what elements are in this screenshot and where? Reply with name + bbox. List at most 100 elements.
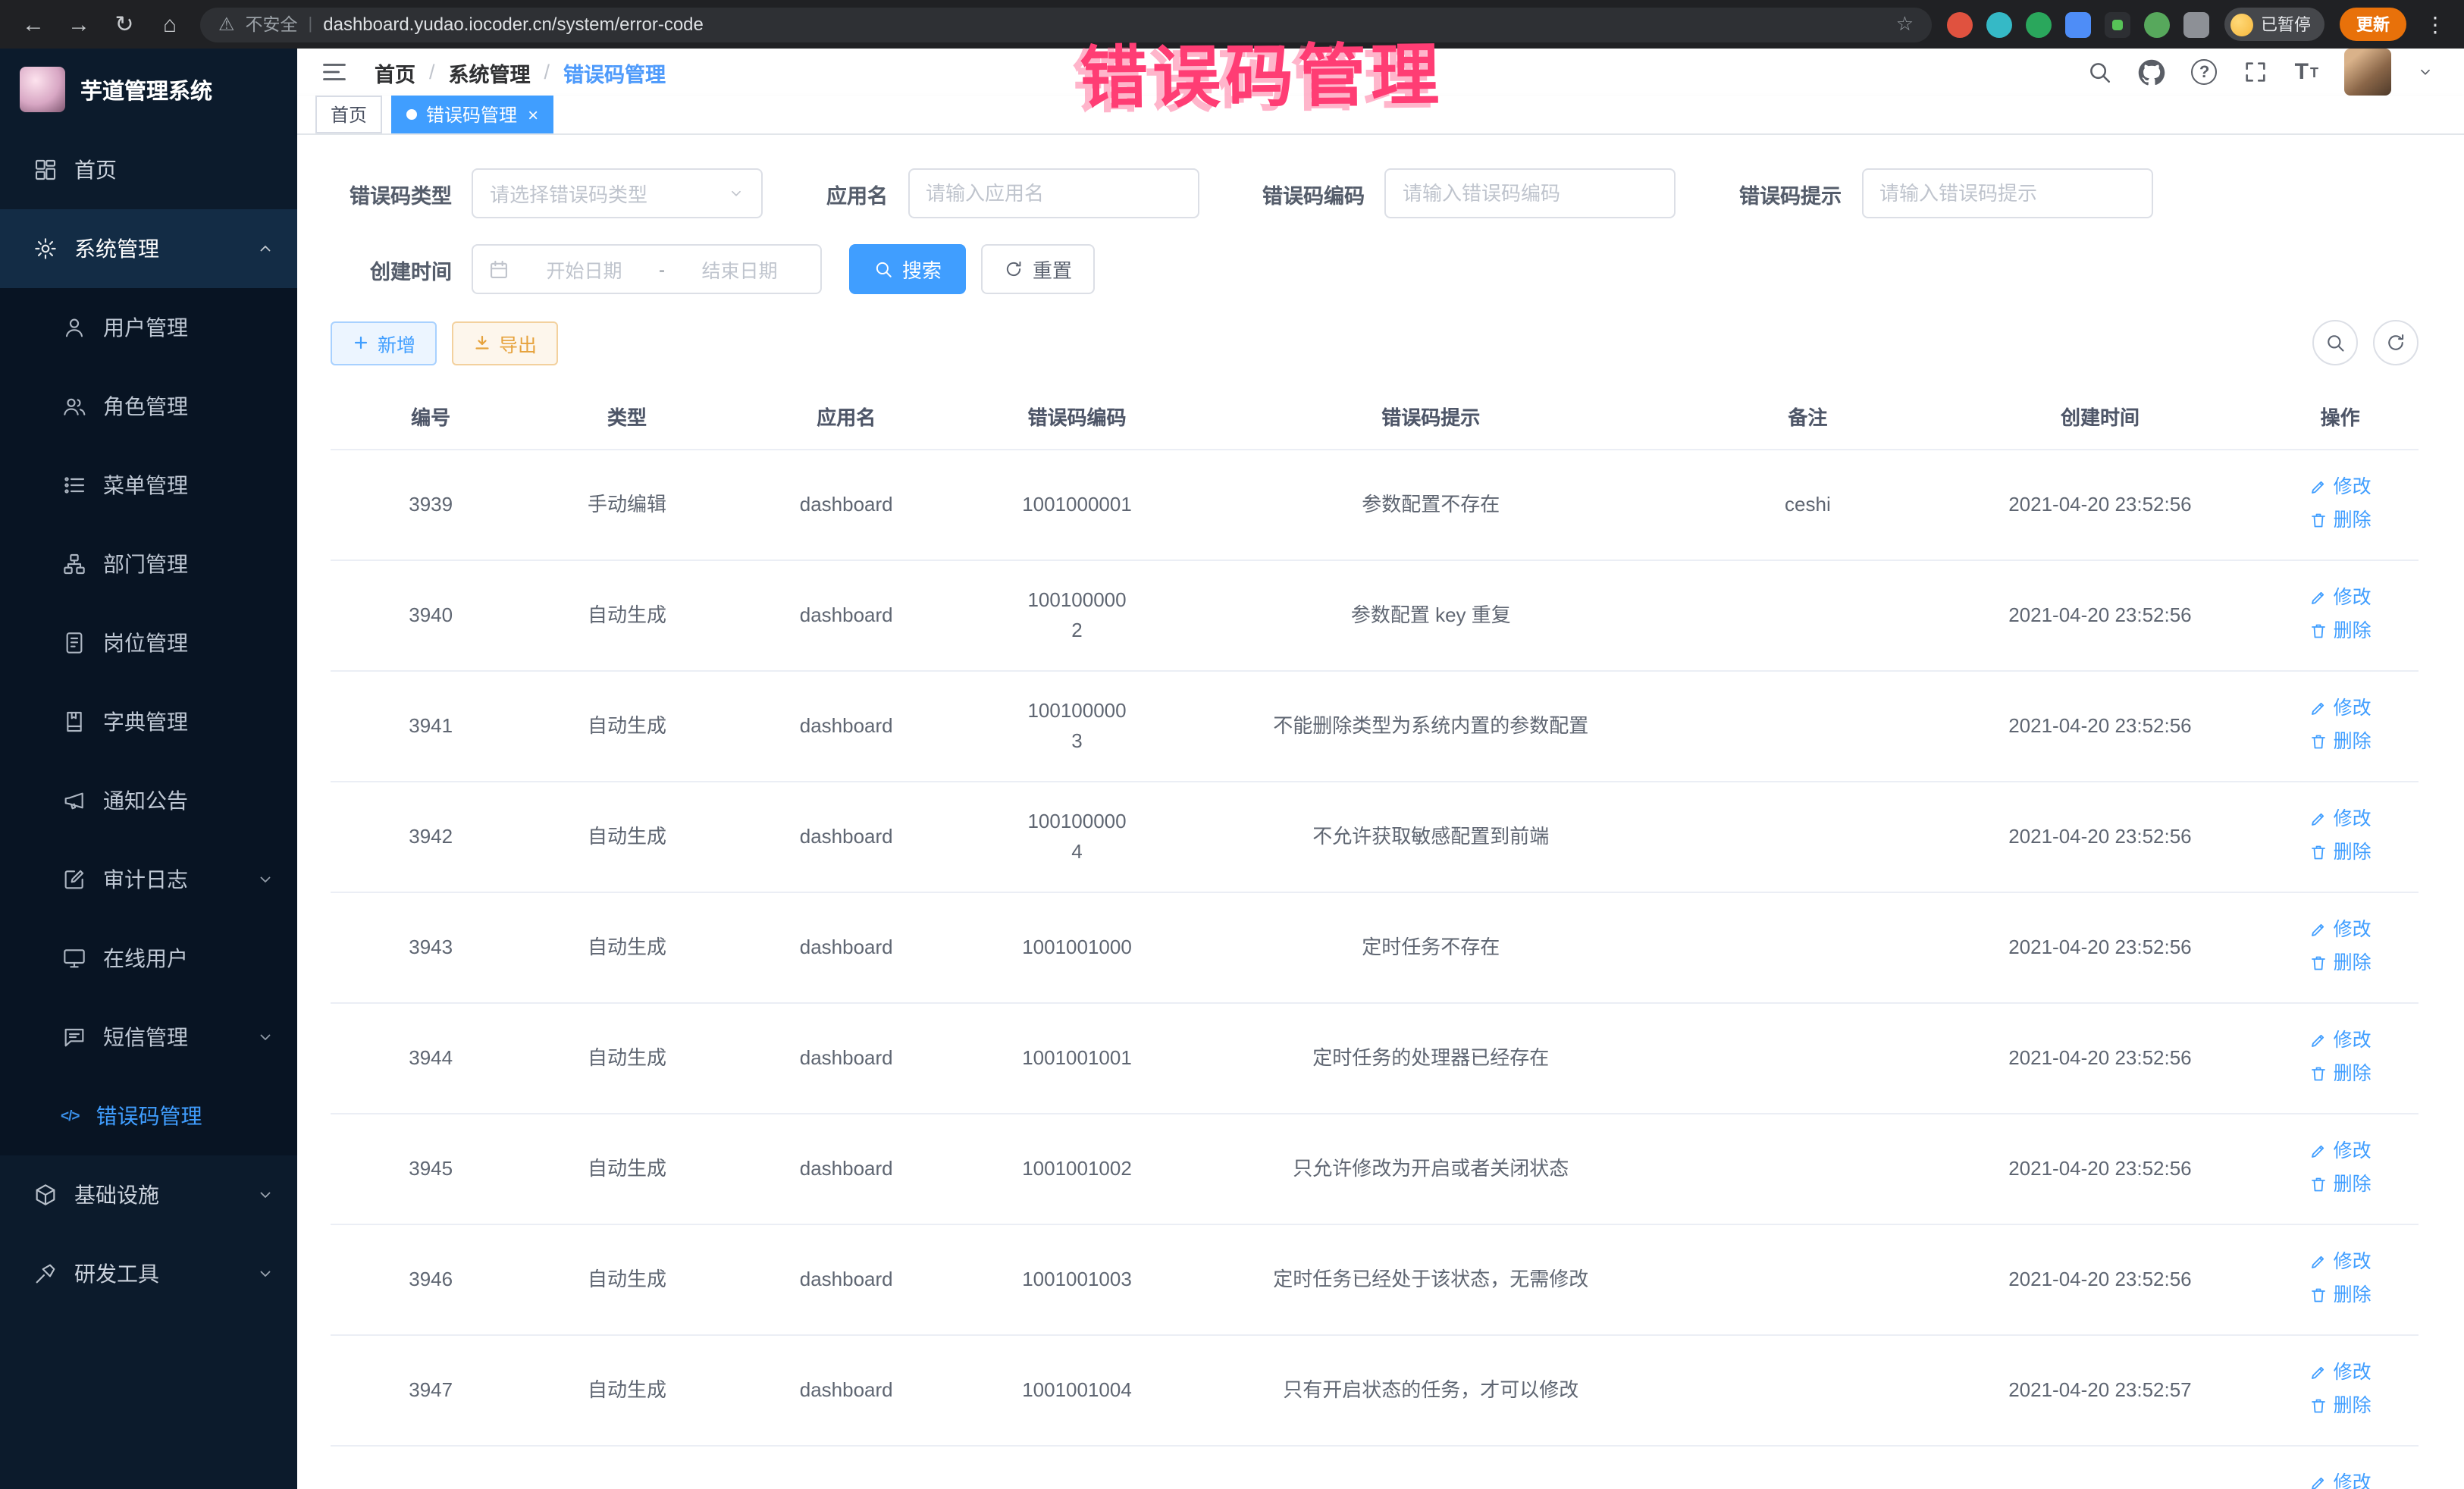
edit-link[interactable]: 修改 xyxy=(2309,914,2372,945)
sidebar-item-audit[interactable]: 审计日志 xyxy=(0,840,297,919)
error-code-input[interactable] xyxy=(1384,168,1676,218)
toggle-search-button[interactable] xyxy=(2312,320,2358,365)
close-icon[interactable]: × xyxy=(528,105,538,124)
delete-link[interactable]: 删除 xyxy=(2309,948,2372,978)
sidebar-item-sms[interactable]: 短信管理 xyxy=(0,998,297,1077)
sidebar-item-notice[interactable]: 通知公告 xyxy=(0,761,297,840)
extension-icon[interactable] xyxy=(2105,11,2130,37)
refresh-table-button[interactable] xyxy=(2373,320,2419,365)
fullscreen-icon[interactable] xyxy=(2243,59,2269,85)
logo[interactable]: 芋道管理系统 xyxy=(0,49,297,130)
address-bar[interactable]: ⚠ 不安全 | dashboard.yudao.iocoder.cn/syste… xyxy=(200,7,1932,42)
edit-link[interactable]: 修改 xyxy=(2309,472,2372,502)
error-hint-input[interactable] xyxy=(1861,168,2152,218)
extension-icon[interactable] xyxy=(2026,11,2052,37)
bookmark-star-icon[interactable]: ☆ xyxy=(1896,12,1914,36)
app-name-input[interactable] xyxy=(908,168,1199,218)
sidebar-item-errorcode[interactable]: </>错误码管理 xyxy=(0,1077,297,1155)
chevron-down-icon[interactable] xyxy=(2417,64,2434,80)
sidebar-item-label: 角色管理 xyxy=(103,391,188,422)
extension-icon[interactable] xyxy=(1947,11,1973,37)
security-label[interactable]: 不安全 xyxy=(246,12,298,36)
sidebar-item-dept[interactable]: 部门管理 xyxy=(0,525,297,603)
edit-link[interactable]: 修改 xyxy=(2309,1357,2372,1387)
browser-menu-icon[interactable]: ⋮ xyxy=(2425,11,2446,37)
paused-label: 已暂停 xyxy=(2261,12,2311,36)
delete-link[interactable]: 删除 xyxy=(2309,1390,2372,1421)
gear-icon xyxy=(32,236,58,262)
date-range-picker[interactable]: 开始日期 - 结束日期 xyxy=(472,244,822,294)
cell-type: 自动生成 xyxy=(531,782,723,892)
delete-link[interactable]: 删除 xyxy=(2309,505,2372,535)
delete-link[interactable]: 删除 xyxy=(2309,1169,2372,1199)
sidebar-item-infra[interactable]: 基础设施 xyxy=(0,1155,297,1234)
edit-link[interactable]: 修改 xyxy=(2309,1136,2372,1166)
extension-icon[interactable] xyxy=(2065,11,2091,37)
browser-reload-icon[interactable]: ↻ xyxy=(109,11,140,38)
extension-icon[interactable] xyxy=(2144,11,2170,37)
delete-link[interactable]: 删除 xyxy=(2309,726,2372,757)
tag-active[interactable]: 错误码管理× xyxy=(391,96,553,133)
sidebar-item-online[interactable]: 在线用户 xyxy=(0,919,297,998)
sidebar-item-post[interactable]: 岗位管理 xyxy=(0,603,297,682)
help-icon[interactable]: ? xyxy=(2192,59,2218,85)
edit-link[interactable]: 修改 xyxy=(2309,693,2372,723)
error-type-select[interactable]: 请选择错误码类型 xyxy=(472,168,763,218)
error-code-table: 编号类型应用名错误码编码错误码提示备注创建时间操作 3939手动编辑dashbo… xyxy=(331,384,2419,1489)
cell-remark xyxy=(1677,1114,1938,1224)
browser-back-icon[interactable]: ← xyxy=(18,11,49,37)
sidebar-item-user[interactable]: 用户管理 xyxy=(0,288,297,367)
cell-time: 2021-04-20 23:52:56 xyxy=(1939,1224,2262,1335)
delete-link[interactable]: 删除 xyxy=(2309,837,2372,867)
sidebar-menu: 首页系统管理用户管理角色管理菜单管理部门管理岗位管理字典管理通知公告审计日志在线… xyxy=(0,130,297,1313)
browser-update-button[interactable]: 更新 xyxy=(2340,8,2406,41)
puzzle-icon[interactable] xyxy=(2183,11,2209,37)
sidebar-item-devtools[interactable]: 研发工具 xyxy=(0,1234,297,1313)
tag-item[interactable]: 首页 xyxy=(315,96,382,133)
sidebar-item-dict[interactable]: 字典管理 xyxy=(0,682,297,761)
extension-icon[interactable] xyxy=(1986,11,2012,37)
delete-link[interactable]: 删除 xyxy=(2309,616,2372,646)
sidebar-item-label: 短信管理 xyxy=(103,1022,188,1052)
cell-type: 自动生成 xyxy=(531,671,723,782)
delete-link[interactable]: 删除 xyxy=(2309,1058,2372,1089)
list-icon xyxy=(61,472,86,498)
cell-type: 自动生成 xyxy=(531,892,723,1003)
sidebar-item-role[interactable]: 角色管理 xyxy=(0,367,297,446)
hamburger-icon[interactable] xyxy=(320,58,349,86)
edit-link[interactable]: 修改 xyxy=(2309,1468,2372,1489)
github-icon[interactable] xyxy=(2139,58,2166,86)
search-icon[interactable] xyxy=(2087,59,2113,85)
edit-link[interactable]: 修改 xyxy=(2309,582,2372,613)
reset-button[interactable]: 重置 xyxy=(981,244,1095,294)
profile-paused-badge[interactable]: 已暂停 xyxy=(2224,8,2324,41)
export-button[interactable]: 导出 xyxy=(452,321,558,365)
browser-home-icon[interactable]: ⌂ xyxy=(155,11,185,37)
edit-link[interactable]: 修改 xyxy=(2309,1246,2372,1277)
sidebar-item-system[interactable]: 系统管理 xyxy=(0,209,297,288)
add-button[interactable]: 新增 xyxy=(331,321,437,365)
search-button[interactable]: 搜索 xyxy=(849,244,966,294)
browser-forward-icon[interactable]: → xyxy=(64,11,94,37)
select-placeholder: 请选择错误码类型 xyxy=(490,179,647,208)
cell-time: 2021-04-20 23:52:56 xyxy=(1939,1114,2262,1224)
tag-label: 首页 xyxy=(331,102,367,127)
edit-link[interactable]: 修改 xyxy=(2309,804,2372,834)
cell-id: 3944 xyxy=(331,1003,531,1114)
sidebar-item-label: 审计日志 xyxy=(103,864,188,895)
font-size-icon[interactable]: TT xyxy=(2295,61,2318,83)
sidebar-item-home[interactable]: 首页 xyxy=(0,130,297,209)
sidebar-item-menu[interactable]: 菜单管理 xyxy=(0,446,297,525)
cell-hint: 不允许获取敏感配置到前端 xyxy=(1184,782,1677,892)
breadcrumb-item[interactable]: 系统管理 xyxy=(449,57,531,87)
table-toolbar: 新增 导出 xyxy=(331,320,2419,365)
avatar[interactable] xyxy=(2344,49,2391,96)
book-icon xyxy=(61,709,86,735)
cell-ops: 修改删除 xyxy=(2262,782,2419,892)
url-text[interactable]: dashboard.yudao.iocoder.cn/system/error-… xyxy=(323,14,1885,35)
delete-link[interactable]: 删除 xyxy=(2309,1280,2372,1310)
breadcrumb-item[interactable]: 首页 xyxy=(375,57,415,87)
filter-row-1: 错误码类型 请选择错误码类型 应用名 错误码编码 xyxy=(331,168,2419,218)
table-row: 3939手动编辑dashboard1001000001参数配置不存在ceshi2… xyxy=(331,450,2419,560)
edit-link[interactable]: 修改 xyxy=(2309,1025,2372,1055)
